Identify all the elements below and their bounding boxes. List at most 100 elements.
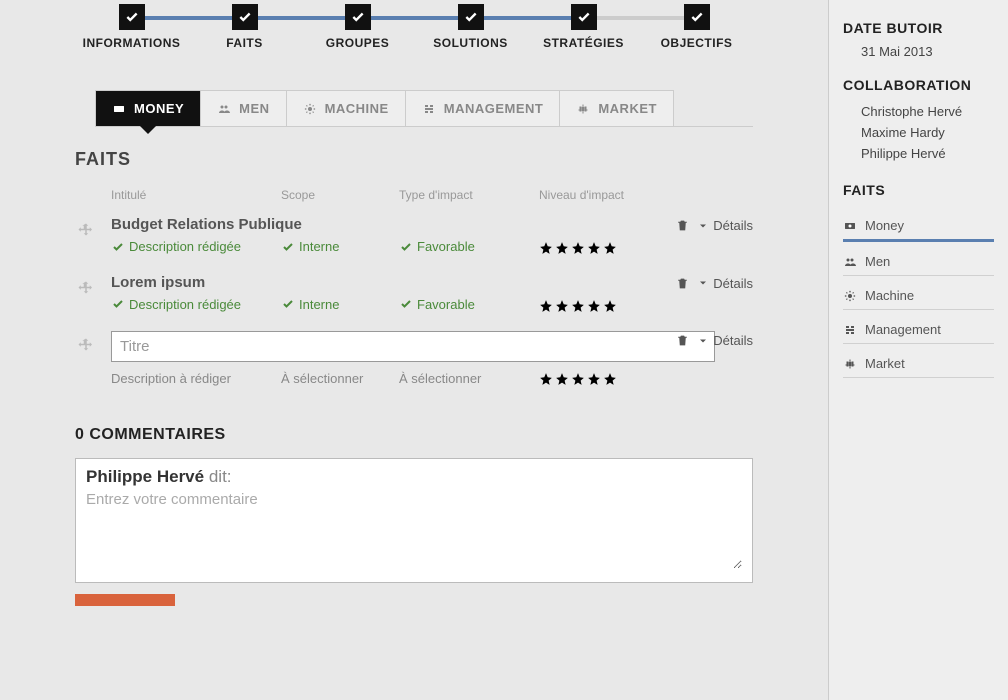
market-icon (576, 103, 590, 115)
progress-steps: INFORMATIONS FAITS GROUPES SOLUTIONS STR (0, 4, 828, 50)
sidebar-item-machine[interactable]: Machine (843, 276, 994, 310)
step-label: SOLUTIONS (433, 36, 508, 50)
market-icon (843, 358, 857, 370)
star-rating[interactable] (539, 372, 753, 386)
submit-button[interactable] (75, 594, 175, 606)
drag-handle-icon[interactable] (75, 220, 97, 242)
tab-machine[interactable]: MACHINE (286, 90, 406, 126)
col-type-impact: Type d'impact (399, 188, 539, 202)
delete-button[interactable] (676, 334, 689, 347)
scope-value: Interne (281, 297, 339, 312)
check-icon (232, 4, 258, 30)
details-button[interactable]: Détails (697, 276, 753, 291)
chevron-down-icon (697, 277, 709, 289)
col-intitule: Intitulé (111, 188, 281, 202)
tab-label: MONEY (134, 101, 184, 116)
description-placeholder: Description à rédiger (111, 371, 231, 386)
collaborator-list: Christophe Hervé Maxime Hardy Philippe H… (843, 101, 994, 164)
deadline-date: 31 Mai 2013 (861, 44, 994, 59)
comment-box: Philippe Hervé dit: (75, 458, 753, 583)
new-fact-title-input[interactable] (111, 331, 715, 362)
collaborator-item: Christophe Hervé (861, 101, 994, 122)
sidebar-item-label: Management (865, 322, 941, 337)
chevron-down-icon (697, 220, 709, 232)
star-icon (571, 299, 585, 313)
comment-author-line: Philippe Hervé dit: (86, 467, 742, 487)
comment-says: dit: (209, 467, 232, 486)
details-button[interactable]: Détails (697, 333, 753, 348)
delete-button[interactable] (676, 219, 689, 232)
star-icon (603, 372, 617, 386)
star-icon (587, 241, 601, 255)
check-icon (571, 4, 597, 30)
check-icon (111, 241, 125, 253)
sidebar-item-market[interactable]: Market (843, 344, 994, 378)
faits-nav-heading: FAITS (843, 182, 994, 198)
tab-men[interactable]: MEN (200, 90, 286, 126)
star-icon (555, 299, 569, 313)
delete-button[interactable] (676, 277, 689, 290)
scope-placeholder[interactable]: À sélectionner (281, 371, 363, 386)
star-icon (555, 372, 569, 386)
tab-money[interactable]: MONEY (95, 90, 201, 126)
comment-textarea[interactable] (86, 491, 742, 569)
step-objectifs[interactable]: OBJECTIFS (640, 4, 753, 50)
deadline-heading: DATE BUTOIR (843, 20, 994, 36)
description-status: Description rédigée (111, 239, 241, 254)
check-icon (345, 4, 371, 30)
drag-handle-icon[interactable] (75, 278, 97, 300)
star-icon (571, 241, 585, 255)
check-icon (119, 4, 145, 30)
star-icon (571, 372, 585, 386)
management-icon (422, 103, 436, 115)
money-icon (843, 220, 857, 232)
star-icon (587, 372, 601, 386)
step-strategies[interactable]: STRATÉGIES (527, 4, 640, 50)
machine-icon (303, 103, 317, 115)
sidebar-item-men[interactable]: Men (843, 242, 994, 276)
tab-label: MACHINE (325, 101, 389, 116)
sidebar-item-management[interactable]: Management (843, 310, 994, 344)
details-button[interactable]: Détails (697, 218, 753, 233)
faits-nav: Money Men Machine Management Market (843, 206, 994, 378)
step-informations[interactable]: INFORMATIONS (75, 4, 188, 50)
tab-label: MANAGEMENT (444, 101, 544, 116)
sidebar-item-money[interactable]: Money (843, 206, 994, 242)
col-niveau-impact: Niveau d'impact (539, 188, 753, 202)
col-scope: Scope (281, 188, 399, 202)
step-label: GROUPES (326, 36, 390, 50)
star-rating[interactable] (539, 241, 753, 255)
collab-heading: COLLABORATION (843, 77, 994, 93)
trash-icon (676, 219, 689, 232)
type-impact-placeholder[interactable]: À sélectionner (399, 371, 481, 386)
step-faits[interactable]: FAITS (188, 4, 301, 50)
check-icon (281, 241, 295, 253)
scope-value: Interne (281, 239, 339, 254)
collaborator-item: Maxime Hardy (861, 122, 994, 143)
tab-management[interactable]: MANAGEMENT (405, 90, 561, 126)
star-icon (539, 299, 553, 313)
check-icon (399, 298, 413, 310)
tab-row: MONEY MEN MACHINE MANAGEMENT MARKET (95, 90, 753, 127)
star-icon (539, 241, 553, 255)
check-icon (281, 298, 295, 310)
check-icon (111, 298, 125, 310)
table-row: Lorem ipsum Description rédigée Interne … (75, 266, 753, 324)
drag-handle-icon[interactable] (75, 335, 97, 357)
step-groupes[interactable]: GROUPES (301, 4, 414, 50)
star-rating[interactable] (539, 299, 753, 313)
step-solutions[interactable]: SOLUTIONS (414, 4, 527, 50)
description-status: Description rédigée (111, 297, 241, 312)
sidebar-item-label: Market (865, 356, 905, 371)
collaborator-item: Philippe Hervé (861, 143, 994, 164)
tab-market[interactable]: MARKET (559, 90, 674, 126)
step-label: INFORMATIONS (83, 36, 181, 50)
management-icon (843, 324, 857, 336)
star-icon (555, 241, 569, 255)
sidebar: DATE BUTOIR 31 Mai 2013 COLLABORATION Ch… (828, 0, 1008, 700)
main-content: INFORMATIONS FAITS GROUPES SOLUTIONS STR (0, 0, 828, 700)
comment-author: Philippe Hervé (86, 467, 204, 486)
facts-table: Intitulé Scope Type d'impact Niveau d'im… (75, 182, 753, 396)
sidebar-item-label: Money (865, 218, 904, 233)
sidebar-item-label: Machine (865, 288, 914, 303)
